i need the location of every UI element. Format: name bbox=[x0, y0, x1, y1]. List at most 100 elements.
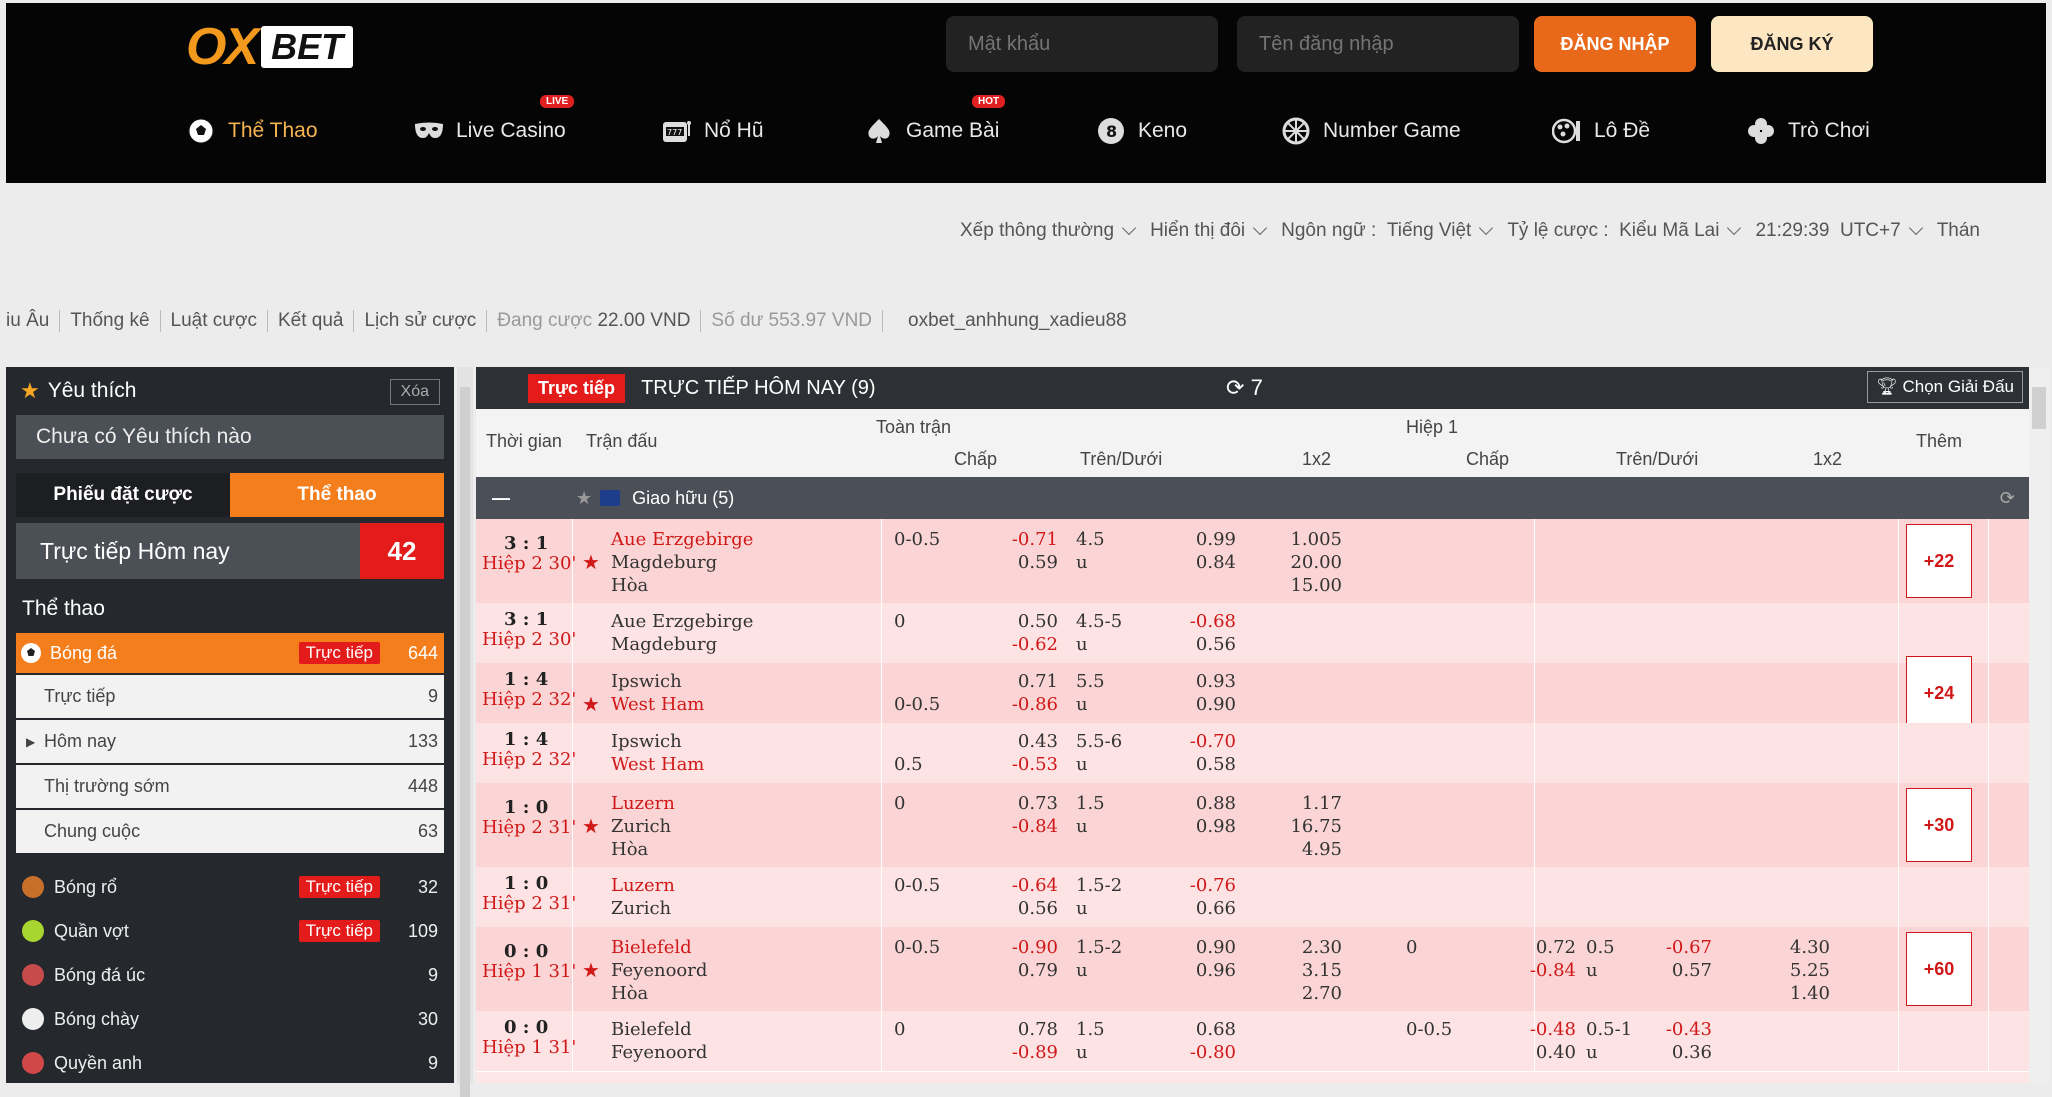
half-over-odds[interactable]: -0.43 bbox=[1632, 1019, 1712, 1040]
link-odds-format[interactable]: iu Âu bbox=[6, 310, 61, 332]
half-under-odds[interactable]: 0.57 bbox=[1632, 960, 1712, 981]
half-over-odds[interactable]: -0.67 bbox=[1632, 937, 1712, 958]
half-handicap-odds-home[interactable]: 0.72 bbox=[1496, 937, 1576, 958]
handicap-odds-home[interactable]: 0.50 bbox=[978, 611, 1058, 632]
main-scrollbar[interactable] bbox=[2029, 367, 2049, 1083]
collapse-icon[interactable]: — bbox=[492, 488, 510, 509]
under-odds[interactable]: 0.66 bbox=[1156, 898, 1236, 919]
over-odds[interactable]: 0.68 bbox=[1156, 1019, 1236, 1040]
favorite-star-icon[interactable]: ★ bbox=[582, 550, 600, 574]
handicap-odds-home[interactable]: 0.73 bbox=[978, 793, 1058, 814]
sidebar-item-sport[interactable]: Bóng rổ Trực tiếp 32 bbox=[16, 865, 444, 909]
odds-1x2[interactable]: 1.005 bbox=[1262, 529, 1342, 550]
under-odds[interactable]: 0.56 bbox=[1156, 634, 1236, 655]
handicap-odds-home[interactable]: 0.43 bbox=[978, 731, 1058, 752]
timezone-select[interactable]: 21:29:39 UTC+7 bbox=[1755, 220, 1923, 242]
handicap-odds-home[interactable]: 0.71 bbox=[978, 671, 1058, 692]
handicap-odds-away[interactable]: -0.53 bbox=[978, 754, 1058, 775]
half-odds-1x2[interactable]: 5.25 bbox=[1750, 960, 1830, 981]
under-odds[interactable]: 0.84 bbox=[1156, 552, 1236, 573]
odds-1x2[interactable]: 2.30 bbox=[1262, 937, 1342, 958]
live-today-item[interactable]: Trực tiếp Hôm nay 42 bbox=[16, 523, 444, 579]
under-odds[interactable]: 0.58 bbox=[1156, 754, 1236, 775]
more-markets-button[interactable]: +60 bbox=[1906, 932, 1972, 1006]
link-bet-history[interactable]: Lịch sử cược bbox=[354, 310, 488, 332]
login-button[interactable]: ĐĂNG NHẬP bbox=[1534, 16, 1696, 72]
star-icon[interactable]: ★ bbox=[576, 488, 592, 509]
link-results[interactable]: Kết quả bbox=[268, 310, 355, 332]
link-statistics[interactable]: Thống kê bbox=[60, 310, 161, 332]
more-settings[interactable]: Thán bbox=[1937, 220, 1980, 242]
language-select[interactable]: Ngôn ngữ : Tiếng Việt bbox=[1281, 220, 1494, 242]
handicap-odds-home[interactable]: -0.64 bbox=[978, 875, 1058, 896]
handicap-odds-away[interactable]: 0.79 bbox=[978, 960, 1058, 981]
password-input[interactable] bbox=[946, 16, 1218, 72]
sidebar-item-sport[interactable]: Quần vợt Trực tiếp 109 bbox=[16, 909, 444, 953]
sidebar-item-today[interactable]: ▶ Hôm nay 133 bbox=[16, 720, 444, 763]
display-select[interactable]: Hiển thị đôi bbox=[1150, 220, 1268, 242]
favorite-star-icon[interactable]: ★ bbox=[582, 958, 600, 982]
sidebar-scrollbar[interactable] bbox=[457, 367, 473, 1097]
half-handicap-odds-away[interactable]: 0.40 bbox=[1496, 1042, 1576, 1063]
oxbet-logo[interactable]: OX BET bbox=[186, 21, 354, 73]
nav-number-game[interactable]: Number Game bbox=[1281, 111, 1461, 151]
refresh-button[interactable]: ⟳ 7 bbox=[1226, 375, 1263, 401]
sort-select[interactable]: Xếp thông thường bbox=[960, 220, 1137, 242]
nav-card-games[interactable]: Game Bài HOT bbox=[864, 95, 1006, 151]
odds-1x2[interactable]: 20.00 bbox=[1262, 552, 1342, 573]
more-markets-button[interactable]: +30 bbox=[1906, 788, 1972, 862]
scrollbar-thumb[interactable] bbox=[2032, 387, 2046, 429]
sidebar-item-early-market[interactable]: Thị trường sớm 448 bbox=[16, 765, 444, 808]
link-rules[interactable]: Luật cược bbox=[161, 310, 268, 332]
under-odds[interactable]: 0.98 bbox=[1156, 816, 1236, 837]
register-button[interactable]: ĐĂNG KÝ bbox=[1711, 16, 1873, 72]
nav-sports[interactable]: Thể Thao bbox=[186, 111, 318, 151]
more-markets-button[interactable]: +24 bbox=[1906, 656, 1972, 730]
odds-1x2[interactable]: 1.17 bbox=[1262, 793, 1342, 814]
league-group-row[interactable]: — ★ Giao hữu (5) ⟳ bbox=[476, 477, 2029, 519]
handicap-odds-away[interactable]: -0.84 bbox=[978, 816, 1058, 837]
handicap-odds-away[interactable]: -0.86 bbox=[978, 694, 1058, 715]
odds-1x2[interactable]: 15.00 bbox=[1262, 575, 1342, 596]
half-under-odds[interactable]: 0.36 bbox=[1632, 1042, 1712, 1063]
half-handicap-odds-home[interactable]: -0.48 bbox=[1496, 1019, 1576, 1040]
sidebar-item-sport[interactable]: Quyền anh 9 bbox=[16, 1041, 444, 1083]
handicap-odds-home[interactable]: 0.78 bbox=[978, 1019, 1058, 1040]
nav-slots[interactable]: 777 Nổ Hũ bbox=[662, 111, 764, 151]
over-odds[interactable]: -0.76 bbox=[1156, 875, 1236, 896]
odds-1x2[interactable]: 3.15 bbox=[1262, 960, 1342, 981]
favorite-star-icon[interactable]: ★ bbox=[582, 814, 600, 838]
under-odds[interactable]: 0.90 bbox=[1156, 694, 1236, 715]
sidebar-item-soccer[interactable]: Bóng đá Trực tiếp 644 bbox=[16, 633, 444, 673]
sidebar-item-sport[interactable]: Bóng chày 30 bbox=[16, 997, 444, 1041]
sidebar-item-live[interactable]: Trực tiếp 9 bbox=[16, 675, 444, 718]
over-odds[interactable]: -0.68 bbox=[1156, 611, 1236, 632]
nav-live-casino[interactable]: Live Casino LIVE bbox=[414, 95, 575, 151]
handicap-odds-home[interactable]: -0.71 bbox=[978, 529, 1058, 550]
half-odds-1x2[interactable]: 4.30 bbox=[1750, 937, 1830, 958]
tab-bet-slip[interactable]: Phiếu đặt cược bbox=[16, 473, 230, 517]
tab-sports[interactable]: Thể thao bbox=[230, 473, 444, 517]
scrollbar-thumb[interactable] bbox=[460, 387, 470, 1097]
nav-lottery[interactable]: Lô Đề bbox=[1552, 111, 1650, 151]
username-input[interactable] bbox=[1237, 16, 1519, 72]
choose-league-button[interactable]: 🏆︎ Chọn Giải Đấu bbox=[1867, 371, 2023, 403]
favorite-star-icon[interactable]: ★ bbox=[582, 692, 600, 716]
under-odds[interactable]: 0.96 bbox=[1156, 960, 1236, 981]
half-odds-1x2[interactable]: 1.40 bbox=[1750, 983, 1830, 1004]
odds-1x2[interactable]: 4.95 bbox=[1262, 839, 1342, 860]
nav-keno[interactable]: 8 Keno bbox=[1096, 111, 1187, 151]
sidebar-item-sport[interactable]: Bóng đá úc 9 bbox=[16, 953, 444, 997]
odds-select[interactable]: Tỷ lệ cược : Kiểu Mã Lai bbox=[1507, 220, 1742, 242]
over-odds[interactable]: 0.88 bbox=[1156, 793, 1236, 814]
handicap-odds-away[interactable]: 0.56 bbox=[978, 898, 1058, 919]
refresh-icon[interactable]: ⟳ bbox=[2000, 488, 2015, 509]
more-markets-button[interactable]: +22 bbox=[1906, 524, 1972, 598]
over-odds[interactable]: 0.99 bbox=[1156, 529, 1236, 550]
clear-favorites-button[interactable]: Xóa bbox=[389, 379, 440, 405]
nav-games[interactable]: Trò Chơi bbox=[1746, 111, 1870, 151]
handicap-odds-away[interactable]: 0.59 bbox=[978, 552, 1058, 573]
half-handicap-odds-away[interactable]: -0.84 bbox=[1496, 960, 1576, 981]
handicap-odds-away[interactable]: -0.89 bbox=[978, 1042, 1058, 1063]
odds-1x2[interactable]: 2.70 bbox=[1262, 983, 1342, 1004]
